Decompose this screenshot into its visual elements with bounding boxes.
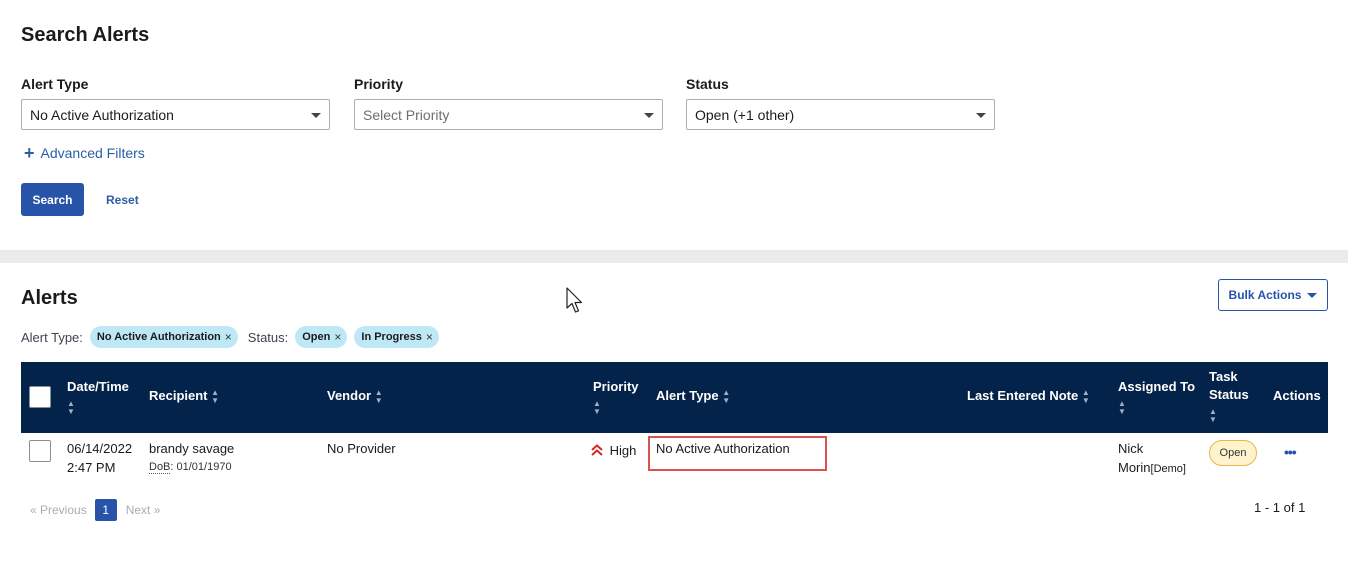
pagination-range: 1 - 1 of 1 xyxy=(1254,500,1306,515)
sort-icon: ▲ ▼ xyxy=(374,387,383,405)
filter-chip-text: Open xyxy=(302,331,331,343)
column-header-alert-type[interactable]: Alert Type ▲ ▼ xyxy=(656,387,730,405)
status-badge: Open xyxy=(1209,440,1257,466)
alerts-title: Alerts xyxy=(21,287,78,309)
chevron-down-icon xyxy=(644,113,654,118)
close-icon[interactable]: × xyxy=(426,330,433,344)
column-label: Date/Time xyxy=(67,379,129,394)
filter-chip-status-open[interactable]: Open × xyxy=(295,326,348,348)
sort-icon: ▲ ▼ xyxy=(67,399,75,416)
sort-icon: ▲ ▼ xyxy=(722,387,731,405)
row-datetime: 06/14/2022 2:47 PM xyxy=(67,439,132,477)
more-actions-icon[interactable]: ••• xyxy=(1284,444,1297,460)
column-header-datetime[interactable]: Date/Time ▲ ▼ xyxy=(67,378,129,416)
search-button[interactable]: Search xyxy=(21,183,84,216)
highlight-annotation xyxy=(648,436,827,471)
row-date: 06/14/2022 xyxy=(67,441,133,456)
sort-icon: ▲ ▼ xyxy=(1209,407,1217,424)
filter-chip-alert-type[interactable]: No Active Authorization × xyxy=(89,326,238,348)
filter-chip-status-in-progress[interactable]: In Progress × xyxy=(354,326,439,348)
chevron-down-icon xyxy=(311,113,321,118)
priority-label: Priority xyxy=(354,76,404,92)
plus-icon: + xyxy=(24,143,35,163)
advanced-filters-link[interactable]: + Advanced Filters xyxy=(24,143,145,163)
priority-select[interactable]: Select Priority xyxy=(354,99,663,130)
select-all-checkbox[interactable] xyxy=(29,386,51,408)
priority-text: High xyxy=(609,443,637,458)
assigned-last-name: Morin xyxy=(1118,460,1151,475)
priority-placeholder: Select Priority xyxy=(363,107,450,123)
filter-alert-type-label: Alert Type: xyxy=(21,329,83,345)
sort-icon: ▲ ▼ xyxy=(593,399,601,416)
assigned-tag: [Demo] xyxy=(1150,463,1186,475)
row-vendor: No Provider xyxy=(327,441,396,456)
filter-status-label: Status: xyxy=(247,329,289,345)
column-label: Vendor xyxy=(327,388,372,403)
assigned-first-name: Nick xyxy=(1118,441,1144,456)
filter-chip-text: No Active Authorization xyxy=(96,331,221,343)
dob-value: : 01/01/1970 xyxy=(170,461,232,473)
pagination-previous[interactable]: « Previous xyxy=(30,503,87,517)
status-label: Status xyxy=(686,76,729,92)
active-filters: Alert Type: No Active Authorization × St… xyxy=(21,326,439,348)
mouse-cursor-icon xyxy=(566,287,583,313)
column-label: Alert Type xyxy=(656,388,719,403)
alert-type-value: No Active Authorization xyxy=(30,107,174,123)
recipient-name[interactable]: brandy savage xyxy=(149,439,234,458)
advanced-filters-label: Advanced Filters xyxy=(40,145,145,161)
reset-button[interactable]: Reset xyxy=(106,193,139,207)
row-priority: High xyxy=(591,441,636,460)
status-select[interactable]: Open (+1 other) xyxy=(686,99,995,130)
pagination-page-1[interactable]: 1 xyxy=(94,499,117,521)
column-label: Task xyxy=(1209,369,1238,384)
status-value: Open (+1 other) xyxy=(695,107,795,123)
sort-icon: ▲ ▼ xyxy=(1081,387,1090,405)
column-header-actions: Actions xyxy=(1273,388,1321,403)
row-assigned-to: Nick Morin[Demo] xyxy=(1118,439,1186,479)
pagination-next[interactable]: Next » xyxy=(126,503,161,517)
dob-label: DoB xyxy=(149,461,171,474)
column-label: Recipient xyxy=(149,388,208,403)
column-label: Assigned To xyxy=(1118,379,1196,394)
alert-type-label: Alert Type xyxy=(21,76,89,92)
column-header-task-status[interactable]: Task Status ▲ ▼ xyxy=(1209,368,1249,424)
row-recipient[interactable]: brandy savage DoB: 01/01/1970 xyxy=(149,439,234,477)
sort-icon: ▲ ▼ xyxy=(1118,399,1126,416)
column-header-priority[interactable]: Priority ▲ ▼ xyxy=(593,378,639,416)
chevron-down-icon xyxy=(976,113,986,118)
pagination: « Previous 1 Next » xyxy=(30,499,160,521)
column-label: Priority xyxy=(593,379,639,394)
table-header: Date/Time ▲ ▼ Recipient ▲ ▼ Vendor ▲ ▼ Prio… xyxy=(21,362,1328,433)
row-checkbox[interactable] xyxy=(29,440,51,462)
column-label: Status xyxy=(1209,387,1249,402)
column-header-assigned-to[interactable]: Assigned To ▲ ▼ xyxy=(1118,378,1195,416)
filter-chip-text: In Progress xyxy=(361,331,422,343)
close-icon[interactable]: × xyxy=(225,330,232,344)
close-icon[interactable]: × xyxy=(334,330,341,344)
search-title: Search Alerts xyxy=(21,24,150,46)
bulk-actions-button[interactable]: Bulk Actions xyxy=(1218,279,1328,311)
alert-type-select[interactable]: No Active Authorization xyxy=(21,99,330,130)
bulk-actions-label: Bulk Actions xyxy=(1228,288,1302,302)
caret-down-icon xyxy=(1307,292,1318,298)
section-divider xyxy=(0,250,1348,263)
column-header-recipient[interactable]: Recipient ▲ ▼ xyxy=(149,387,219,405)
column-header-vendor[interactable]: Vendor ▲ ▼ xyxy=(327,387,383,405)
search-panel: Search Alerts Alert Type No Active Autho… xyxy=(0,0,1348,250)
recipient-dob: DoB: 01/01/1970 xyxy=(149,458,234,477)
column-header-last-note[interactable]: Last Entered Note ▲ ▼ xyxy=(967,387,1090,405)
sort-icon: ▲ ▼ xyxy=(211,387,220,405)
double-chevron-up-icon xyxy=(591,443,607,458)
row-time: 2:47 PM xyxy=(67,460,116,475)
column-label: Last Entered Note xyxy=(967,388,1079,403)
